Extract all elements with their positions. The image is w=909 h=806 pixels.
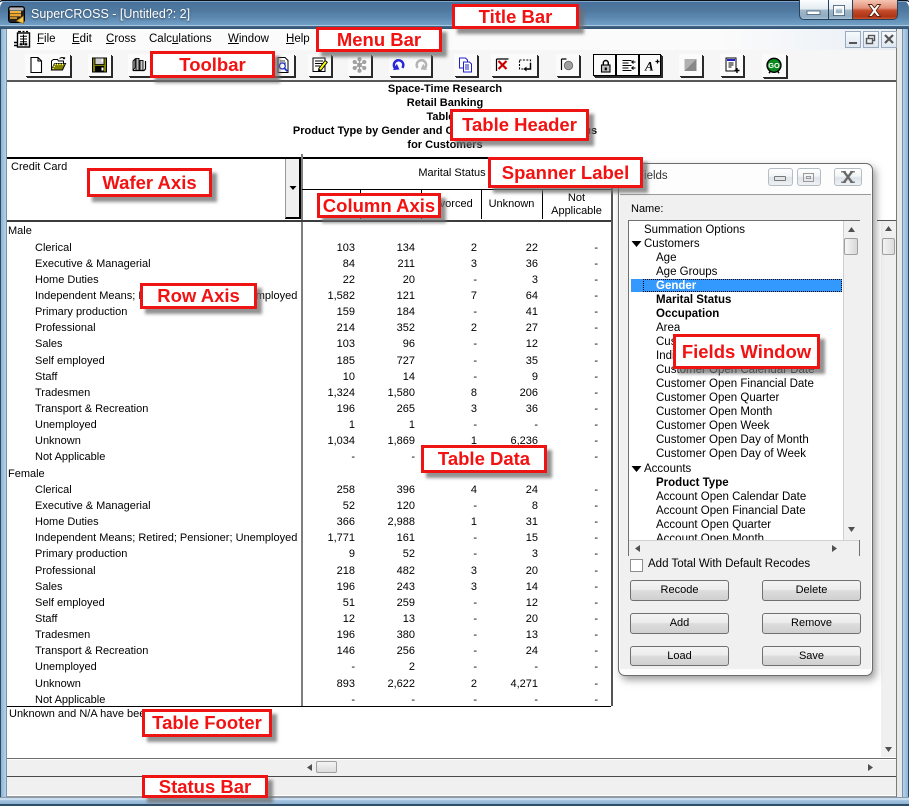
svg-text:A: A: [644, 59, 654, 74]
svg-text:GO: GO: [768, 61, 780, 70]
